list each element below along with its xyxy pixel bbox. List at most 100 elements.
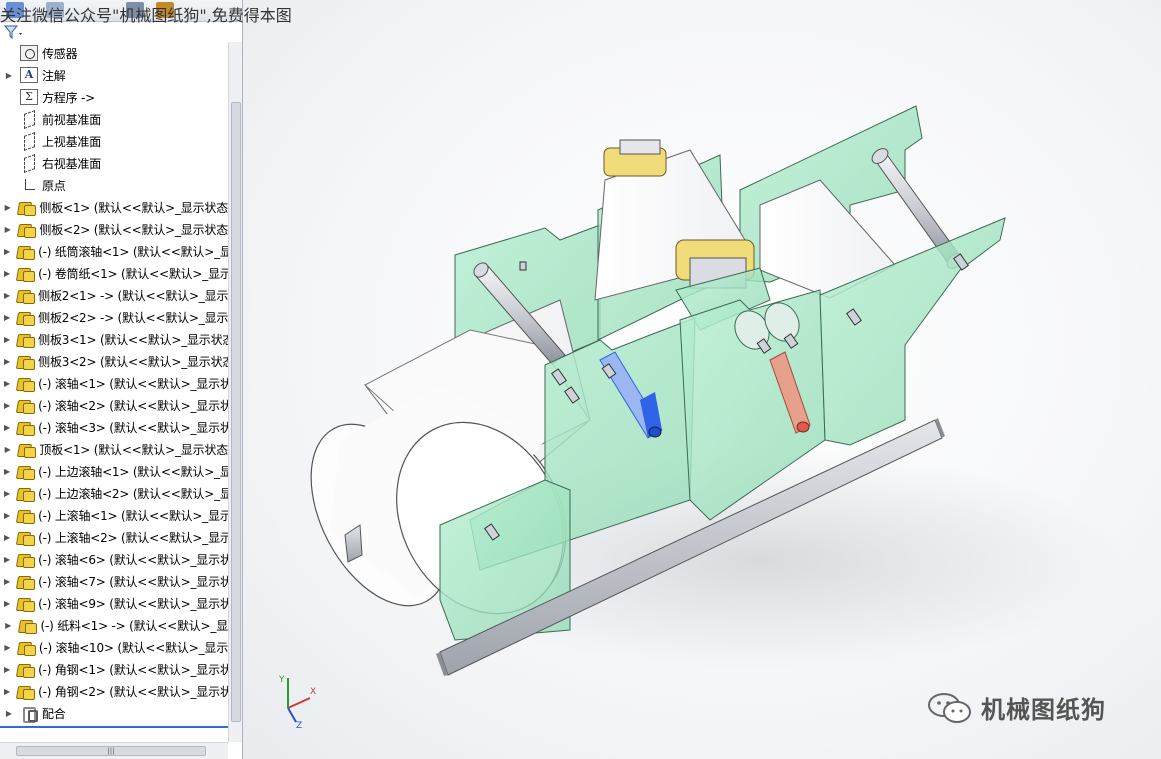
tree-item[interactable]: ▶ (-) 滚轴<10> (默认<<默认>_显示: [0, 636, 228, 658]
expand-arrow-icon[interactable]: ▶: [4, 489, 10, 498]
brand-name: 机械图纸狗: [981, 696, 1106, 724]
tree-item[interactable]: ▶ 顶板<1> (默认<<默认>_显示状态: [0, 438, 228, 460]
tree-item-label: (-) 滚轴<7> (默认<<默认>_显示状: [38, 574, 228, 589]
tree-item[interactable]: ▶ (-) 滚轴<1> (默认<<默认>_显示状: [0, 372, 228, 394]
horizontal-scrollbar-thumb[interactable]: |||: [16, 746, 206, 756]
part-icon: [16, 397, 36, 414]
expand-arrow-icon[interactable]: ▶: [4, 445, 11, 454]
expand-arrow-icon[interactable]: ▶: [4, 291, 10, 300]
tree-item[interactable]: ▶ (-) 滚轴<2> (默认<<默认>_显示状: [0, 394, 228, 416]
tree-item[interactable]: ▶ 侧板2<2> -> (默认<<默认>_显示: [0, 306, 228, 328]
tree-item-label: 侧板2<2> -> (默认<<默认>_显示: [38, 310, 228, 325]
tree-item[interactable]: ▶ (-) 角钢<2> (默认<<默认>_显示状: [0, 680, 228, 702]
part-icon: [16, 331, 36, 348]
tree-item[interactable]: Σ 方程序 ->: [0, 86, 228, 108]
tree-item-label: (-) 滚轴<9> (默认<<默认>_显示状: [38, 596, 228, 611]
expand-arrow-icon[interactable]: ▶: [4, 599, 10, 608]
tree-item[interactable]: ▶ (-) 卷筒纸<1> (默认<<默认>_显示: [0, 262, 228, 284]
view-triad[interactable]: Y X Z: [270, 672, 320, 728]
tree-item[interactable]: ▶ A 注解: [0, 64, 228, 86]
mate-icon: [20, 705, 38, 723]
annotation-icon: A: [20, 67, 38, 83]
tree-item[interactable]: ▶ 侧板<2> (默认<<默认>_显示状态: [0, 218, 228, 240]
tree-horizontal-scrollbar[interactable]: |||: [0, 742, 228, 759]
part-icon: [16, 375, 36, 392]
tree-item[interactable]: ▶ (-) 纸筒滚轴<1> (默认<<默认>_显: [0, 240, 228, 262]
part-icon: [18, 617, 38, 634]
expand-arrow-icon[interactable]: ▶: [4, 555, 10, 564]
tree-item[interactable]: 前视基准面: [0, 108, 228, 130]
expand-arrow-icon[interactable]: ▶: [4, 665, 10, 674]
expand-arrow-icon[interactable]: ▶: [4, 269, 10, 278]
expand-arrow-icon[interactable]: ▶: [4, 335, 10, 344]
tree-item[interactable]: ▶ (-) 上边滚轴<1> (默认<<默认>_显: [0, 460, 228, 482]
tree-item-label: 上视基准面: [42, 134, 102, 149]
tree-item[interactable]: ▶ (-) 纸料<1> -> (默认<<默认>_显: [0, 614, 228, 636]
scrollbar-thumb[interactable]: [231, 102, 241, 722]
expand-arrow-icon[interactable]: ▶: [4, 203, 11, 212]
tree-item[interactable]: ▶ (-) 滚轴<6> (默认<<默认>_显示状: [0, 548, 228, 570]
origin-icon: [20, 177, 38, 193]
tree-item[interactable]: ▶ (-) 滚轴<9> (默认<<默认>_显示状: [0, 592, 228, 614]
expand-arrow-icon[interactable]: ▶: [4, 467, 10, 476]
tree-item-label: (-) 滚轴<10> (默认<<默认>_显示: [38, 640, 228, 655]
plane-icon: [20, 111, 38, 127]
expand-arrow-icon[interactable]: ▶: [4, 225, 11, 234]
tree-item[interactable]: 原点: [0, 174, 228, 196]
tree-item-label: (-) 角钢<2> (默认<<默认>_显示状: [38, 684, 228, 699]
tree-item[interactable]: ▶ (-) 滚轴<3> (默认<<默认>_显示状: [0, 416, 228, 438]
assembly-model[interactable]: [243, 0, 1161, 759]
expand-arrow-icon[interactable]: ▶: [4, 643, 11, 652]
graphics-viewport[interactable]: Y X Z: [243, 0, 1161, 759]
tree-item[interactable]: ▶ (-) 上滚轴<2> (默认<<默认>_显示: [0, 526, 228, 548]
tree-item-label: 侧板3<2> (默认<<默认>_显示状态: [38, 354, 228, 369]
expand-arrow-icon[interactable]: ▶: [4, 71, 14, 80]
tree-item[interactable]: ▶ (-) 滚轴<7> (默认<<默认>_显示状: [0, 570, 228, 592]
tree-item[interactable]: ▶ (-) 角钢<1> (默认<<默认>_显示状: [0, 658, 228, 680]
tree-item-label: 原点: [42, 178, 66, 193]
tree-item[interactable]: ▶ (-) 上边滚轴<2> (默认<<默认>_显: [0, 482, 228, 504]
expand-arrow-icon[interactable]: ▶: [4, 401, 10, 410]
tree-item[interactable]: ▶ 侧板<1> (默认<<默认>_显示状态: [0, 196, 228, 218]
tree-item[interactable]: ▶ (-) 上滚轴<1> (默认<<默认>_显示: [0, 504, 228, 526]
tree-item-label: 侧板<1> (默认<<默认>_显示状态: [39, 200, 228, 215]
tree-item[interactable]: ▶ 侧板3<2> (默认<<默认>_显示状态: [0, 350, 228, 372]
tree-item[interactable]: ▶ 配合: [0, 702, 228, 724]
part-icon: [17, 199, 37, 216]
watermark-caption: 关注微信公众号"机械图纸狗",免费得本图: [0, 6, 292, 25]
expand-arrow-icon[interactable]: ▶: [4, 313, 10, 322]
expand-arrow-icon[interactable]: ▶: [4, 709, 14, 718]
expand-arrow-icon[interactable]: ▶: [4, 687, 10, 696]
tree-item-label: (-) 纸料<1> -> (默认<<默认>_显: [40, 618, 228, 633]
triad-y-label: Y: [278, 675, 285, 685]
rollback-bar[interactable]: [0, 726, 228, 728]
expand-arrow-icon[interactable]: ▶: [4, 577, 10, 586]
tree-item[interactable]: 右视基准面: [0, 152, 228, 174]
part-icon: [16, 353, 36, 370]
tree-item[interactable]: 上视基准面: [0, 130, 228, 152]
expand-arrow-icon[interactable]: ▶: [4, 621, 12, 630]
expand-arrow-icon[interactable]: ▶: [4, 533, 10, 542]
expand-arrow-icon[interactable]: ▶: [4, 423, 10, 432]
plane-icon: [20, 133, 38, 149]
part-icon: [17, 221, 37, 238]
plane-icon: [20, 155, 38, 171]
part-icon: [16, 243, 36, 260]
tree-item-label: 顶板<1> (默认<<默认>_显示状态: [39, 442, 228, 457]
tree-item-label: (-) 上滚轴<1> (默认<<默认>_显示: [38, 508, 228, 523]
tree-item[interactable]: 传感器: [0, 42, 228, 64]
expand-arrow-icon[interactable]: ▶: [4, 511, 10, 520]
expand-arrow-icon[interactable]: ▶: [4, 247, 10, 256]
tree-item-label: (-) 角钢<1> (默认<<默认>_显示状: [38, 662, 228, 677]
tree-item-label: 侧板<2> (默认<<默认>_显示状态: [39, 222, 228, 237]
part-icon: [16, 309, 36, 326]
top-bearing-roller[interactable]: [603, 139, 667, 177]
expand-arrow-icon[interactable]: ▶: [4, 357, 10, 366]
part-icon: [17, 441, 37, 458]
tree-item[interactable]: ▶ 侧板3<1> (默认<<默认>_显示状态: [0, 328, 228, 350]
tree-vertical-scrollbar[interactable]: [228, 42, 242, 742]
tree-item[interactable]: ▶ 侧板2<1> -> (默认<<默认>_显示: [0, 284, 228, 306]
expand-arrow-icon[interactable]: ▶: [4, 379, 10, 388]
filter-icon[interactable]: [3, 24, 23, 40]
tree-item-label: (-) 滚轴<1> (默认<<默认>_显示状: [38, 376, 228, 391]
